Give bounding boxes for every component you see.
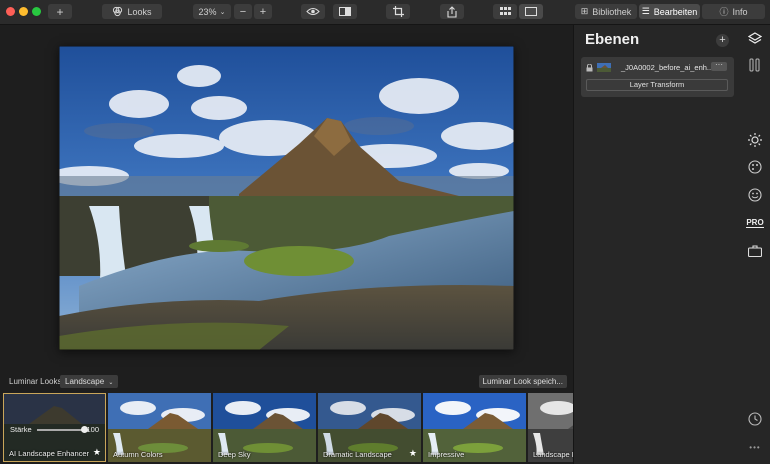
looks-icon	[113, 6, 123, 17]
briefcase-icon[interactable]	[747, 243, 763, 259]
tab-label: Bearbeiten	[653, 6, 698, 17]
looks-category-value: Landscape	[65, 377, 105, 386]
minus-icon: −	[239, 5, 247, 18]
plus-icon: +	[719, 34, 726, 46]
grid-view-button[interactable]	[493, 4, 517, 19]
save-look-button[interactable]: Luminar Look speich...	[478, 375, 567, 388]
look-name: Deep Sky	[218, 450, 251, 459]
looks-bar: Luminar Looks: Landscape ⌄ Luminar Look …	[0, 373, 573, 391]
tab-label: Info	[732, 6, 748, 17]
tab-label: Bibliothek	[592, 6, 632, 17]
single-image-icon	[525, 7, 537, 16]
chevron-down-icon: ⌄	[219, 8, 226, 16]
look-thumbnail-impressive[interactable]: Impressive	[423, 393, 526, 462]
look-name: Autumn Colors	[113, 450, 163, 459]
strength-slider[interactable]: Stärke 100	[10, 425, 99, 435]
chevron-down-icon: ⌄	[108, 380, 114, 386]
tab-bearbeiten[interactable]: ☰ Bearbeiten	[639, 4, 700, 19]
looks-category-dropdown[interactable]: Landscape ⌄	[60, 375, 119, 388]
layer-thumbnail	[597, 63, 611, 72]
zoom-dropdown[interactable]: 23% ⌄	[193, 4, 231, 19]
layers-icon[interactable]	[747, 31, 763, 47]
zoom-in-button[interactable]: +	[254, 4, 272, 19]
strength-label: Stärke	[10, 425, 32, 434]
more-dots: •••	[749, 442, 761, 452]
layer-transform-button[interactable]: Layer Transform	[586, 79, 728, 91]
layer-item[interactable]: _J0A0002_before_ai_enh... ··· Layer Tran…	[581, 57, 734, 97]
preview-button[interactable]	[301, 4, 325, 19]
histogram-icon[interactable]	[747, 57, 763, 73]
info-icon: ⓘ	[719, 7, 729, 17]
look-thumbnail-ai-landscape-enhancer[interactable]: Stärke 100 AI Landscape Enhancer ★	[3, 393, 106, 462]
crop-button[interactable]	[386, 4, 410, 19]
sliders-icon: ☰	[641, 6, 650, 16]
compare-button[interactable]	[333, 4, 357, 19]
more-icon[interactable]: •••	[747, 439, 763, 455]
layer-transform-label: Layer Transform	[629, 80, 685, 89]
layer-name: _J0A0002_before_ai_enh...	[621, 63, 714, 72]
look-name: Impressive	[428, 450, 465, 459]
minimize-window-button[interactable]	[19, 7, 28, 16]
crop-icon	[392, 6, 404, 17]
look-name: Landscape B	[533, 450, 573, 459]
zoom-value: 23%	[198, 6, 217, 17]
look-thumbnail-deep-sky[interactable]: Deep Sky	[213, 393, 316, 462]
maximize-window-button[interactable]	[32, 7, 41, 16]
add-layer-button[interactable]: +	[716, 34, 729, 47]
palette-icon[interactable]	[747, 159, 763, 175]
strength-value: 100	[86, 425, 99, 434]
look-thumbnail-landscape-b[interactable]: Landscape B	[528, 393, 573, 462]
look-name: Dramatic Landscape	[323, 450, 392, 459]
eye-icon	[306, 8, 320, 15]
sun-icon[interactable]	[747, 132, 763, 148]
share-icon	[447, 5, 457, 18]
layers-panel: Ebenen + _J0A0002_before_ai_enh... ··· L…	[573, 25, 741, 464]
star-icon[interactable]: ★	[409, 448, 417, 459]
looks-button[interactable]: Looks	[102, 4, 162, 19]
look-thumbnail-autumn-colors[interactable]: Autumn Colors	[108, 393, 211, 462]
tab-bibliothek[interactable]: ⊞ Bibliothek	[575, 4, 637, 19]
main-photo[interactable]	[59, 46, 514, 350]
tab-info[interactable]: ⓘ Info	[702, 4, 765, 19]
look-thumbnail-dramatic-landscape[interactable]: Dramatic Landscape ★	[318, 393, 421, 462]
save-look-label: Luminar Look speich...	[482, 377, 564, 386]
look-name: AI Landscape Enhancer	[9, 449, 90, 458]
plus-icon: +	[56, 4, 64, 19]
clock-icon[interactable]	[747, 411, 763, 427]
pro-icon[interactable]: PRO	[746, 215, 764, 231]
looks-thumbnails: Stärke 100 AI Landscape Enhancer ★ Autum…	[0, 391, 573, 464]
tool-rail: PRO •••	[741, 25, 770, 464]
star-icon[interactable]: ★	[93, 447, 101, 458]
looks-bar-label: Luminar Looks:	[9, 377, 64, 386]
add-image-button[interactable]: +	[48, 4, 72, 19]
layer-options-button[interactable]: ···	[711, 60, 727, 71]
zoom-out-button[interactable]: −	[234, 4, 252, 19]
grid-icon	[499, 7, 511, 15]
close-window-button[interactable]	[6, 7, 15, 16]
more-icon: ···	[715, 60, 723, 69]
looks-label: Looks	[127, 6, 152, 17]
smiley-icon[interactable]	[747, 187, 763, 203]
plus-icon: +	[259, 5, 267, 18]
top-toolbar: + Looks 23% ⌄ − + ⊞ Bibliothek ☰ Bearbei…	[0, 0, 770, 25]
lock-icon[interactable]	[586, 64, 593, 72]
image-canvas[interactable]	[0, 25, 573, 373]
pro-label: PRO	[746, 218, 764, 228]
library-icon: ⊞	[580, 6, 589, 16]
compare-icon	[339, 7, 351, 16]
panel-title: Ebenen	[585, 31, 640, 48]
single-view-button[interactable]	[519, 4, 543, 19]
share-button[interactable]	[440, 4, 464, 19]
